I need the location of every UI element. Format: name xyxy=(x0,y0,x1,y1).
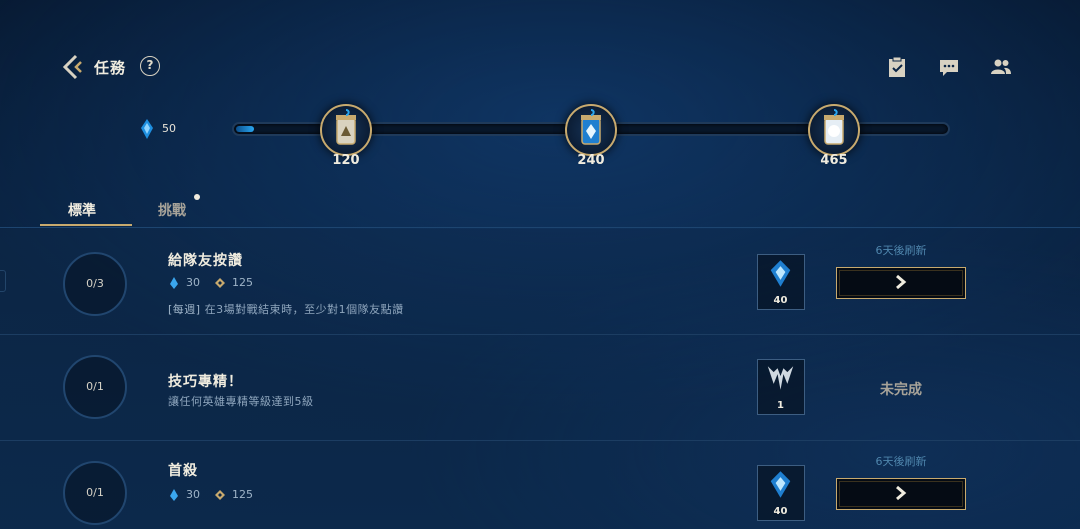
blue-essence-crest-icon xyxy=(770,471,791,498)
page-title: 任務 xyxy=(94,59,127,77)
reward-box: 1 xyxy=(757,359,805,415)
capsule-icon xyxy=(581,109,601,145)
gold-reward: 125 xyxy=(232,488,253,501)
gold-crest-icon xyxy=(215,277,225,288)
essence-amount: 50 xyxy=(162,122,176,135)
gold-crest-icon xyxy=(215,489,225,500)
notification-dot xyxy=(194,194,200,200)
chevron-right-icon xyxy=(896,485,907,501)
gold-reward: 125 xyxy=(232,276,253,289)
chat-icon[interactable] xyxy=(938,56,960,78)
milestone-reward-2[interactable]: 240 xyxy=(562,98,620,176)
reward-count: 40 xyxy=(773,506,788,517)
reward-count: 40 xyxy=(773,295,788,306)
milestone-value: 240 xyxy=(577,153,605,168)
refresh-timer: 6天後刷新 xyxy=(875,244,927,257)
quest-status: 未完成 xyxy=(880,382,922,398)
active-tab-indicator xyxy=(40,224,132,226)
quest-title: 給隊友按讚 xyxy=(168,253,243,269)
quest-title: 首殺 xyxy=(168,463,198,479)
refresh-timer: 6天後刷新 xyxy=(875,455,927,468)
blue-essence-icon xyxy=(141,119,153,139)
quest-description: 讓任何英雄專精等級達到5級 xyxy=(168,395,314,408)
go-to-quest-button[interactable] xyxy=(836,267,966,299)
blue-essence-icon xyxy=(170,488,178,501)
chevron-right-icon xyxy=(896,274,907,290)
essence-reward: 30 xyxy=(186,276,200,289)
milestone-value: 120 xyxy=(332,153,360,168)
quest-row: 0/1 首殺 30 125 40 6天後刷新 xyxy=(0,441,1080,529)
quest-rewards: 30 125 xyxy=(168,276,253,289)
weekly-tag: [每週] xyxy=(168,303,201,316)
quest-progress: 0/3 xyxy=(63,252,127,316)
milestone-reward-1[interactable]: 120 xyxy=(317,98,375,176)
reward-box: 40 xyxy=(757,465,805,521)
go-to-quest-button[interactable] xyxy=(836,478,966,510)
essence-reward: 30 xyxy=(186,488,200,501)
mastery-crest-icon xyxy=(767,366,794,390)
friends-icon[interactable] xyxy=(990,56,1012,78)
reward-count: 1 xyxy=(777,400,784,411)
capsule-icon xyxy=(336,109,356,145)
quest-title: 技巧專精！ xyxy=(168,374,243,390)
milestone-value: 465 xyxy=(820,153,848,168)
quest-progress: 0/1 xyxy=(63,461,127,525)
tab-challenge[interactable]: 挑戰 xyxy=(158,200,186,220)
quest-progress: 0/1 xyxy=(63,355,127,419)
quest-clipboard-icon[interactable] xyxy=(886,56,908,78)
milestone-progress-fill xyxy=(236,126,254,132)
back-arrow-icon[interactable] xyxy=(62,54,86,80)
quest-description-text: 在3場對戰結束時，至少對1個隊友點讚 xyxy=(204,303,404,316)
milestone-reward-3[interactable]: 465 xyxy=(805,98,863,176)
top-bar: 任務 ? xyxy=(0,0,1080,100)
quest-description: [每週] 在3場對戰結束時，至少對1個隊友點讚 xyxy=(168,301,404,317)
quest-row: 0/1 技巧專精！ 讓任何英雄專精等級達到5級 1 未完成 xyxy=(0,335,1080,441)
quest-rewards: 30 125 xyxy=(168,488,253,501)
blue-essence-icon xyxy=(170,276,178,289)
help-icon[interactable]: ? xyxy=(140,56,160,76)
tabs-divider xyxy=(0,227,1080,228)
quest-row: 0/3 給隊友按讚 30 125 [每週] 在3場對戰結束時，至少對1個隊友點讚… xyxy=(0,229,1080,335)
capsule-icon xyxy=(824,109,844,145)
quest-tabs: 標準 挑戰 xyxy=(40,194,1080,228)
tab-standard[interactable]: 標準 xyxy=(68,200,96,220)
reward-box: 40 xyxy=(757,254,805,310)
blue-essence-crest-icon xyxy=(770,260,791,287)
